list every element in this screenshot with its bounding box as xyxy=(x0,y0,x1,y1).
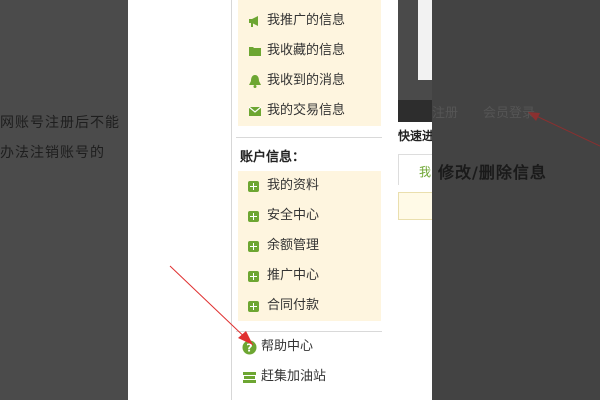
annotation-arrows xyxy=(169,112,600,346)
annotation-arrow-line xyxy=(169,265,254,346)
annotation-arrow-line-2 xyxy=(531,113,600,147)
annotation-arrowhead-2 xyxy=(528,112,540,121)
